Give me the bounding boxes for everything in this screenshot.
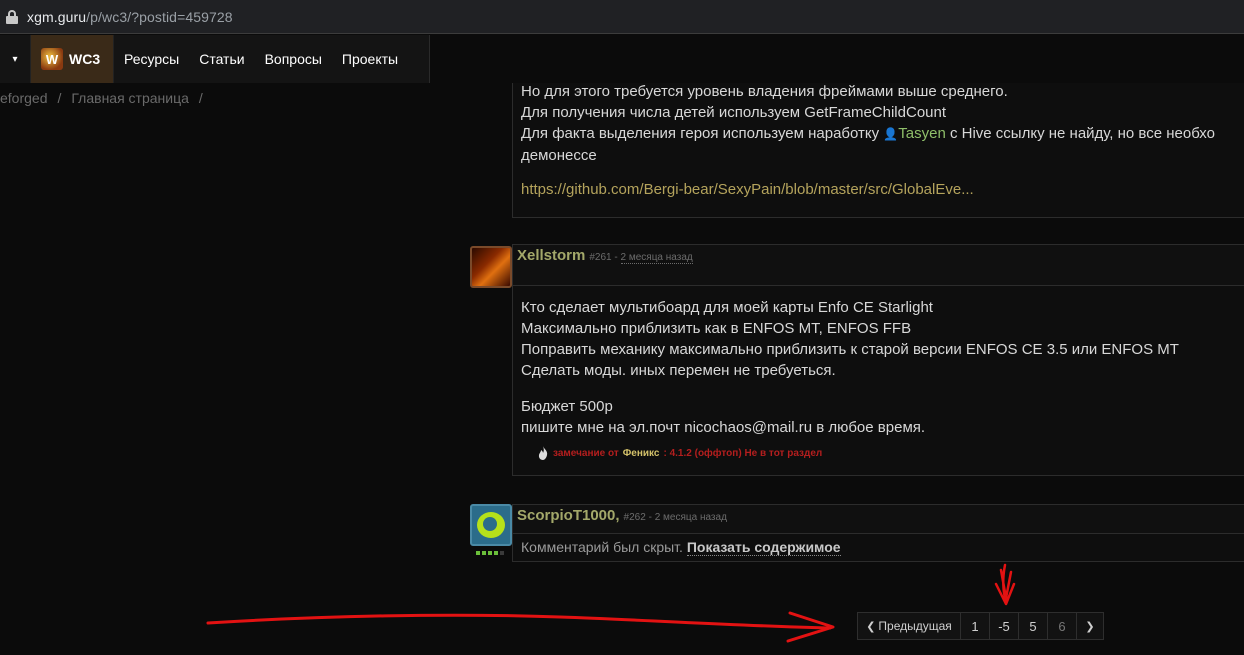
pagination-page[interactable]: -5	[990, 613, 1019, 639]
post-text-line: Сделать моды. иных перемен не требуеться…	[521, 362, 836, 379]
user-link-tasyen[interactable]: 👤Tasyen	[883, 125, 945, 142]
post-text-line: Бюджет 500р	[521, 398, 613, 415]
post-meta: #262 - 2 месяца назад	[623, 512, 727, 523]
post-text-line: Кто сделает мультибоард для моей карты E…	[521, 299, 933, 316]
fire-icon	[538, 446, 548, 460]
pagination-page[interactable]: 1	[961, 613, 990, 639]
breadcrumb-separator: /	[198, 90, 203, 106]
wc3-logo-icon: W	[41, 48, 63, 70]
pagination-page[interactable]: 6	[1048, 613, 1077, 639]
post-prev-body: Но для этого требуется уровень владения …	[512, 83, 1244, 218]
pagination: ❮ Предыдущая 1 -5 5 6 ❯	[857, 612, 1104, 640]
post-261-header: Xellstorm #261 - 2 месяца назад	[512, 244, 1244, 286]
menu-caret-icon[interactable]: ▾	[0, 35, 30, 83]
post-time[interactable]: 2 месяца назад	[620, 252, 693, 264]
show-content-link[interactable]: Показать содержимое	[686, 539, 841, 556]
breadcrumb-item-home[interactable]: Главная страница	[71, 90, 189, 106]
post-text-line: Для факта выделения героя используем нар…	[521, 125, 1215, 142]
avatar-xellstorm[interactable]	[470, 246, 512, 288]
red-arrow-head	[786, 611, 835, 643]
browser-address-bar[interactable]: xgm.guru/p/wc3/?postid=459728	[0, 0, 1244, 34]
chevron-left-icon: ❮	[866, 620, 876, 633]
nav-item-questions[interactable]: Вопросы	[255, 35, 332, 83]
author-name[interactable]: Xellstorm	[517, 247, 585, 264]
url-text[interactable]: xgm.guru/p/wc3/?postid=459728	[27, 9, 233, 25]
remark-moderator-name[interactable]: Феникс	[623, 448, 660, 459]
chevron-right-icon: ❯	[1085, 620, 1095, 633]
nav-wc3-label: WC3	[69, 51, 101, 67]
post-text-line: Для получения числа детей используем Get…	[521, 104, 947, 121]
pagination-prev-button[interactable]: ❮ Предыдущая	[858, 613, 961, 639]
post-text-line: демонессе	[521, 147, 597, 164]
nav-item-articles[interactable]: Статьи	[189, 35, 254, 83]
avatar-scorpiot1000[interactable]	[470, 504, 512, 546]
post-262-header: ScorpioT1000, #262 - 2 месяца назад	[512, 504, 1244, 534]
site-navbar: ▾ W WC3 Ресурсы Статьи Вопросы Проекты	[0, 35, 430, 83]
rank-indicator	[476, 551, 504, 555]
hidden-comment-text: Комментарий был скрыт.	[521, 539, 683, 555]
address-bar-divider	[0, 33, 1244, 34]
red-arrow-line	[206, 613, 832, 630]
breadcrumb-item-reforged[interactable]: eforged	[0, 90, 47, 106]
post-261-body: Кто сделает мультибоард для моей карты E…	[512, 286, 1244, 476]
github-link[interactable]: https://github.com/Bergi-bear/SexyPain/b…	[521, 179, 1244, 200]
nav-wc3-section[interactable]: W WC3	[30, 35, 114, 83]
lock-icon	[6, 9, 18, 24]
post-text-line: Максимально приблизить как в ENFOS MT, E…	[521, 320, 912, 337]
author-name[interactable]: ScorpioT1000,	[517, 507, 620, 524]
breadcrumb-separator: /	[57, 90, 62, 106]
red-down-arrow	[994, 563, 1016, 606]
post-text-line: пишите мне на эл.почт nicochaos@mail.ru …	[521, 419, 926, 436]
breadcrumb: eforged / Главная страница /	[0, 90, 213, 106]
post-262-body: Комментарий был скрыт. Показать содержим…	[512, 534, 1244, 562]
moderator-remark: замечание от Феникс: 4.1.2 (оффтоп) Не в…	[537, 446, 822, 460]
nav-item-projects[interactable]: Проекты	[332, 35, 408, 83]
nav-item-resources[interactable]: Ресурсы	[114, 35, 189, 83]
post-text-line: Но для этого требуется уровень владения …	[521, 83, 1008, 100]
pagination-next-button[interactable]: ❯	[1077, 613, 1103, 639]
user-icon: 👤	[883, 127, 899, 141]
pagination-page[interactable]: 5	[1019, 613, 1048, 639]
post-meta: #261 - 2 месяца назад	[589, 252, 693, 264]
post-text-line: Поправить механику максимально приблизит…	[521, 341, 1179, 358]
post-time[interactable]: 2 месяца назад	[655, 512, 727, 523]
